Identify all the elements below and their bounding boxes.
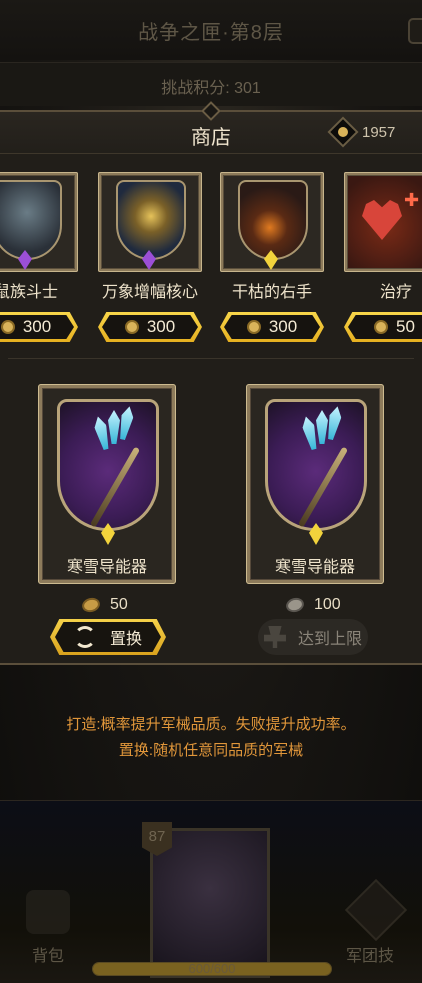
forge-cost: 100 (284, 595, 341, 615)
forge-card-right[interactable]: 寒雪导能器 (246, 384, 384, 584)
shop-item-withered-hand[interactable]: 干枯的右手 300 (220, 172, 324, 342)
forge-item-name: 寒雪导能器 (274, 559, 355, 576)
hero-portrait[interactable] (150, 828, 270, 978)
coin-icon (0, 320, 15, 334)
frost-conductor-art-icon (265, 399, 367, 531)
max-reached-button: 达到上限 (258, 619, 368, 655)
legion-skill-label[interactable]: 军团技 (346, 942, 394, 966)
buy-button[interactable]: 300 (0, 312, 78, 342)
coin-icon (327, 116, 359, 148)
forge-item-name: 寒雪导能器 (66, 559, 147, 576)
armillary-core-art-icon (116, 180, 186, 260)
bag-icon[interactable] (26, 890, 70, 934)
silver-coin-icon (284, 595, 306, 615)
rat-warrior-art-icon (0, 180, 62, 260)
coin-icon (80, 595, 102, 615)
frost-conductor-art-icon (57, 399, 159, 531)
item-name: 治疗 (379, 284, 412, 301)
swap-button-label: 置换 (109, 631, 142, 648)
currency-amount: 1957 (362, 123, 396, 141)
item-frame (0, 172, 78, 272)
coin-icon (374, 320, 388, 334)
heart-icon (362, 200, 402, 240)
forge-card-left[interactable]: 寒雪导能器 (38, 384, 176, 584)
item-frame: ✚ (344, 172, 422, 272)
shop-item-armillary-core[interactable]: 万象增幅核心 300 (98, 172, 202, 342)
bag-label[interactable]: 背包 (32, 942, 64, 966)
withered-hand-art-icon (238, 180, 308, 260)
hp-text: 600/600 (188, 961, 236, 976)
item-price: 300 (146, 317, 176, 336)
swap-cost-value: 50 (110, 596, 128, 613)
shop-item-rat-warrior[interactable]: 鼠族斗士 300 (0, 172, 78, 342)
buy-button[interactable]: 300 (98, 312, 202, 342)
item-price: 300 (22, 317, 52, 336)
item-name: 干枯的右手 (231, 284, 312, 301)
corner-menu-button[interactable] (408, 18, 422, 44)
game-screen: 战争之匣·第8层 挑战积分: 301 商店 1957 鼠族斗士 300 万象增幅… (0, 0, 422, 983)
item-price: 300 (268, 317, 298, 336)
info-line-swap: 置换:随机任意同品质的军械 (118, 742, 304, 759)
item-name: 万象增幅核心 (101, 284, 198, 301)
section-divider (8, 358, 414, 359)
page-title: 战争之匣·第8层 (138, 22, 284, 44)
item-price: 50 (396, 317, 415, 336)
challenge-score: 挑战积分: 301 (161, 80, 261, 97)
coin-icon (124, 320, 139, 334)
swap-button[interactable]: 置换 (50, 619, 166, 655)
swap-cost: 50 (80, 595, 128, 615)
swap-arrows-icon (73, 626, 96, 648)
currency-display: 1957 (327, 116, 396, 148)
coin-icon (246, 320, 261, 334)
shop-item-heal[interactable]: ✚ 治疗 50 (344, 172, 422, 342)
max-reached-label: 达到上限 (297, 631, 362, 648)
item-name: 鼠族斗士 (0, 284, 58, 301)
forge-cost-value: 100 (314, 596, 341, 613)
info-text: 打造:概率提升军械品质。失败提升成功率。 置换:随机任意同品质的军械 (0, 712, 422, 764)
buy-button[interactable]: 50 (344, 312, 422, 342)
anvil-icon (263, 626, 286, 648)
info-line-forge: 打造:概率提升军械品质。失败提升成功率。 (66, 716, 356, 733)
plus-icon: ✚ (404, 190, 420, 210)
buy-button[interactable]: 300 (220, 312, 324, 342)
